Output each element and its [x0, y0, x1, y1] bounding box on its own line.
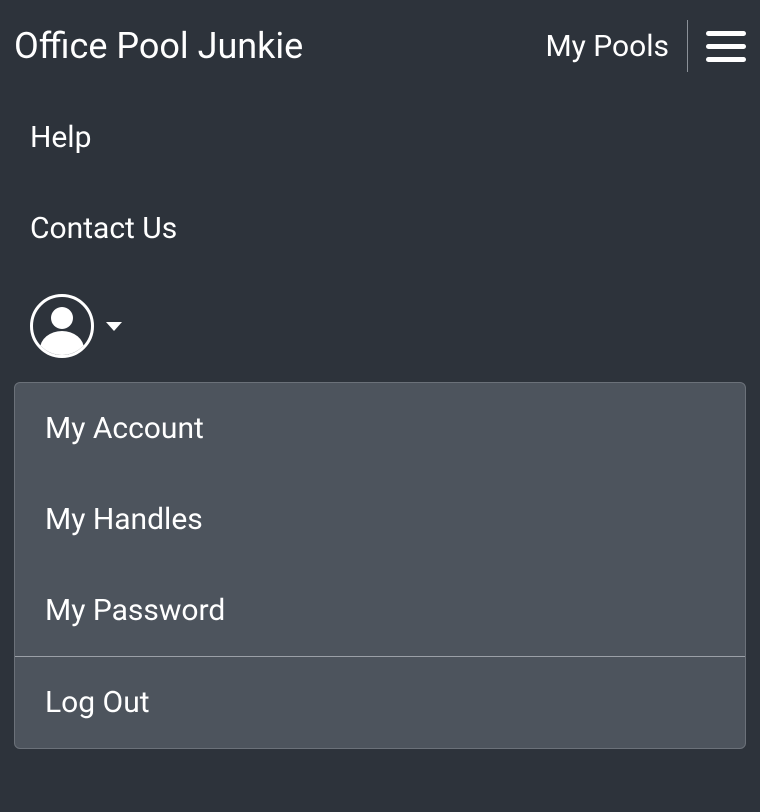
- header: Office Pool Junkie My Pools: [0, 0, 760, 92]
- user-menu-toggle[interactable]: [14, 274, 746, 382]
- avatar-icon: [30, 294, 94, 358]
- my-pools-link[interactable]: My Pools: [545, 29, 669, 64]
- dropdown-item-my-account[interactable]: My Account: [15, 383, 745, 474]
- site-title[interactable]: Office Pool Junkie: [14, 25, 303, 67]
- divider-vertical: [687, 20, 688, 72]
- user-dropdown: My Account My Handles My Password Log Ou…: [14, 382, 746, 749]
- hamburger-menu-icon[interactable]: [706, 29, 746, 64]
- menu-list: Help Contact Us: [0, 92, 760, 382]
- menu-item-help[interactable]: Help: [14, 92, 746, 183]
- caret-down-icon: [106, 322, 122, 331]
- header-right: My Pools: [545, 20, 746, 72]
- dropdown-item-my-handles[interactable]: My Handles: [15, 474, 745, 565]
- menu-item-contact[interactable]: Contact Us: [14, 183, 746, 274]
- dropdown-item-my-password[interactable]: My Password: [15, 565, 745, 656]
- dropdown-item-logout[interactable]: Log Out: [15, 657, 745, 748]
